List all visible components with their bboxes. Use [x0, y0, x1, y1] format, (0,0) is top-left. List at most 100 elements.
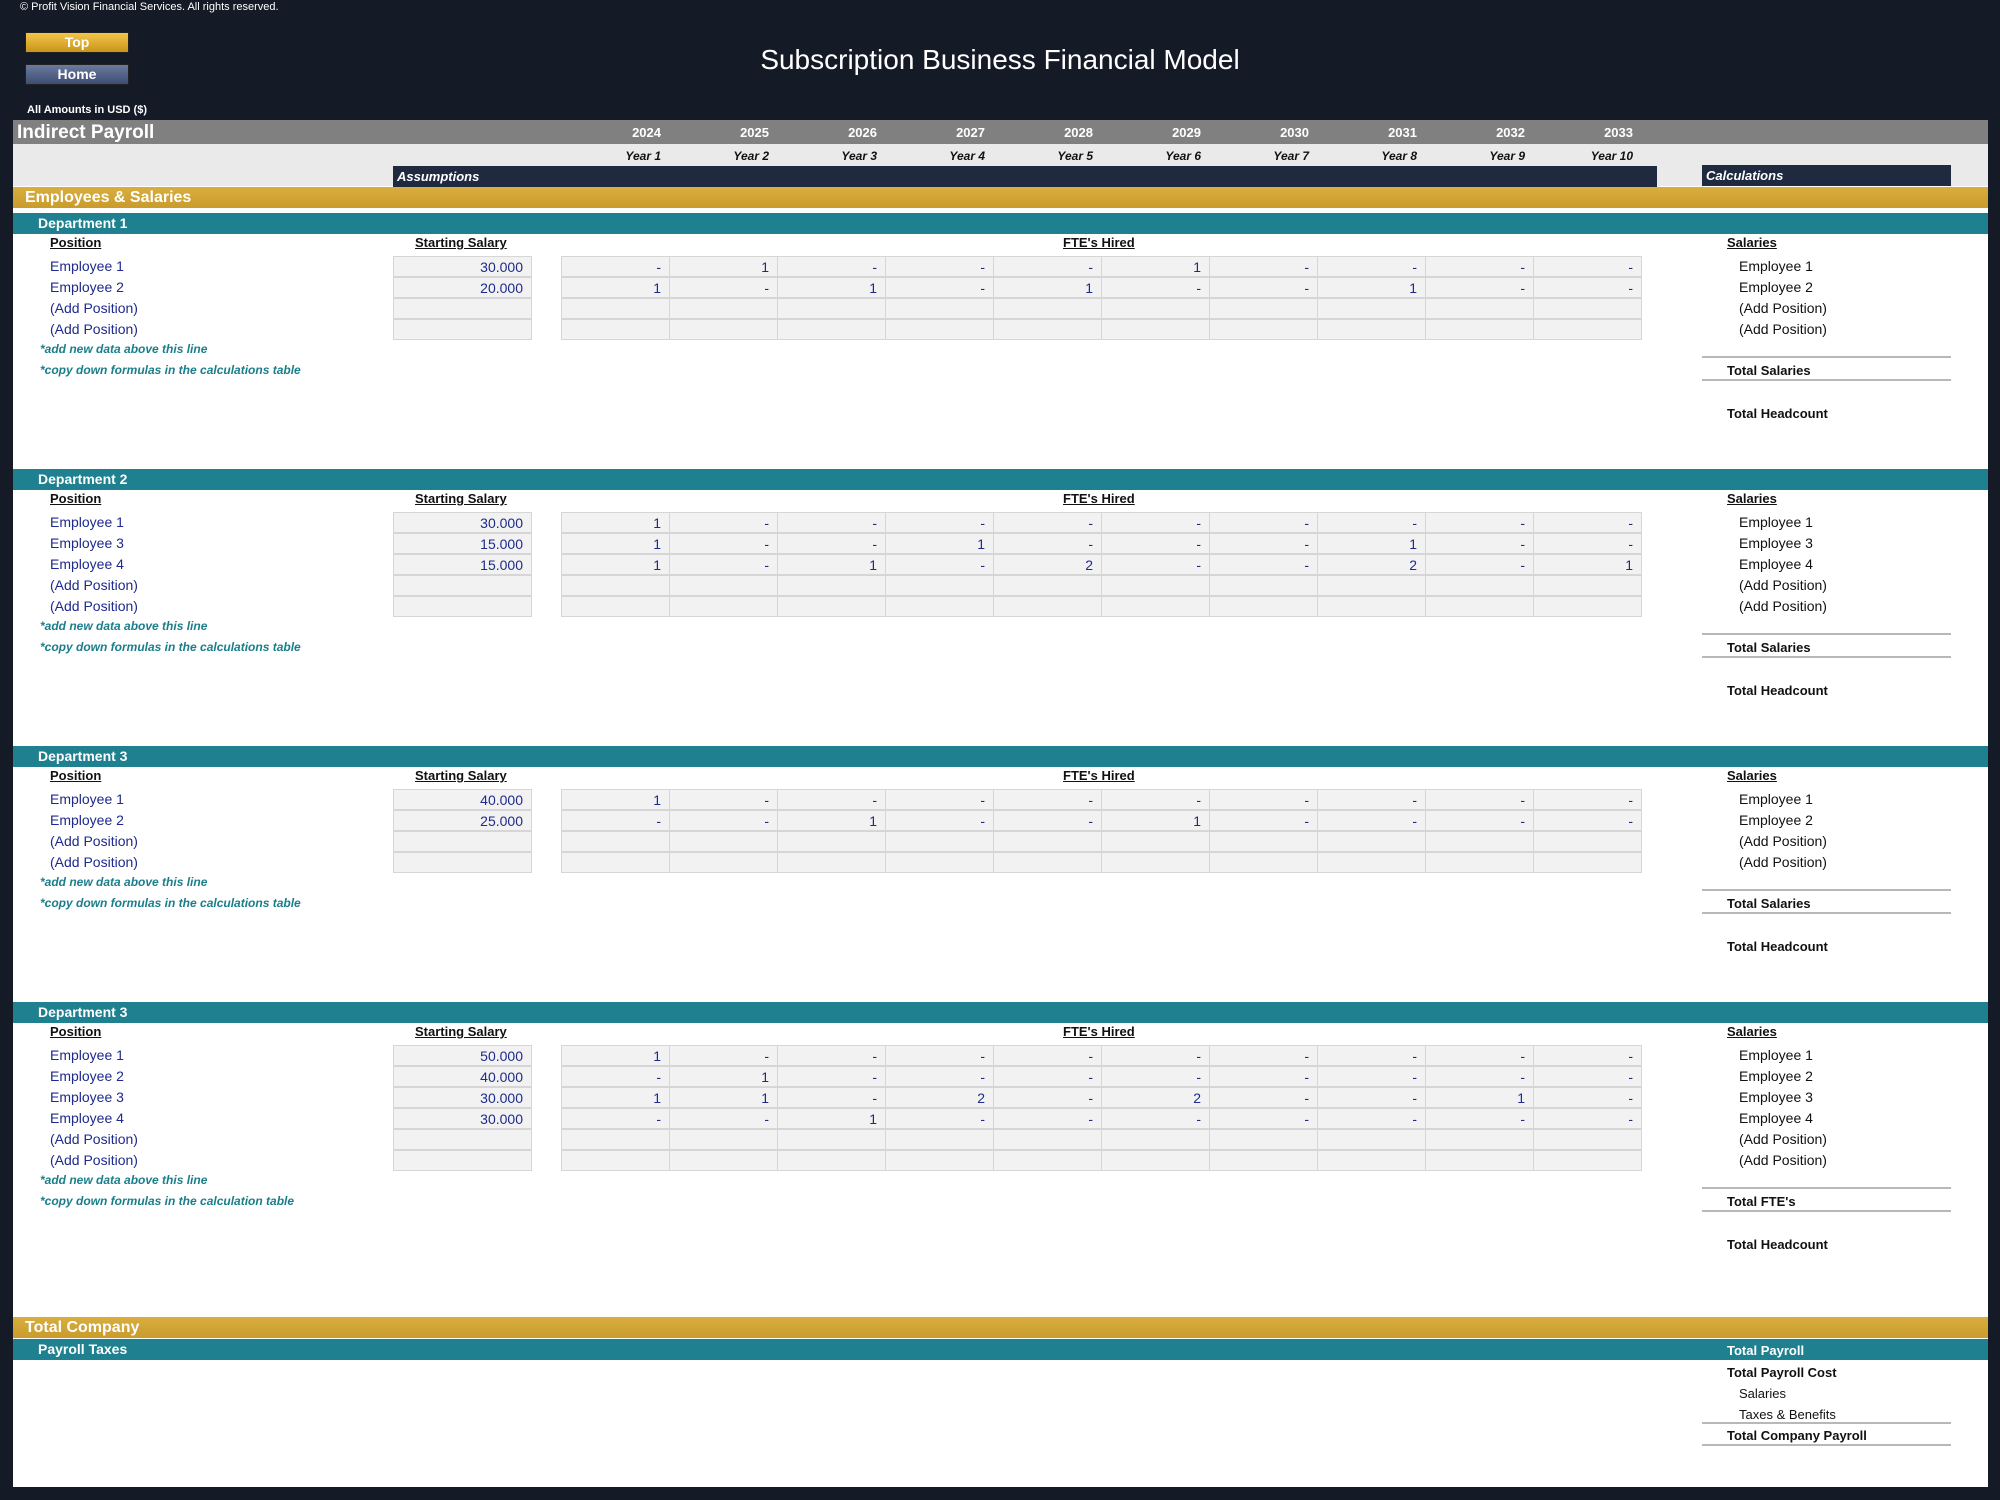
fte-hired-input[interactable]: - — [561, 810, 670, 831]
fte-hired-input[interactable]: - — [1317, 1045, 1426, 1066]
fte-hired-input[interactable]: - — [669, 277, 778, 298]
fte-hired-input[interactable] — [669, 319, 778, 340]
fte-hired-input[interactable] — [993, 831, 1102, 852]
fte-hired-input[interactable] — [885, 831, 994, 852]
fte-hired-input[interactable]: - — [993, 810, 1102, 831]
fte-hired-input[interactable] — [993, 298, 1102, 319]
starting-salary-input[interactable]: 15.000 — [393, 533, 532, 554]
fte-hired-input[interactable]: - — [1209, 512, 1318, 533]
fte-hired-input[interactable]: - — [885, 512, 994, 533]
fte-hired-input[interactable]: - — [1101, 512, 1210, 533]
fte-hired-input[interactable] — [1533, 596, 1642, 617]
fte-hired-input[interactable]: 2 — [1101, 1087, 1210, 1108]
fte-hired-input[interactable]: 1 — [1533, 554, 1642, 575]
fte-hired-input[interactable] — [1209, 319, 1318, 340]
fte-hired-input[interactable]: 1 — [669, 1087, 778, 1108]
fte-hired-input[interactable] — [1209, 596, 1318, 617]
fte-hired-input[interactable] — [1425, 298, 1534, 319]
starting-salary-input[interactable] — [393, 575, 532, 596]
fte-hired-input[interactable] — [1209, 298, 1318, 319]
fte-hired-input[interactable]: - — [993, 1066, 1102, 1087]
starting-salary-input[interactable]: 30.000 — [393, 1108, 532, 1129]
fte-hired-input[interactable]: 1 — [561, 277, 670, 298]
fte-hired-input[interactable] — [1101, 596, 1210, 617]
fte-hired-input[interactable] — [1317, 1150, 1426, 1171]
fte-hired-input[interactable]: 2 — [993, 554, 1102, 575]
fte-hired-input[interactable]: - — [669, 810, 778, 831]
fte-hired-input[interactable] — [885, 852, 994, 873]
fte-hired-input[interactable]: - — [1425, 1045, 1534, 1066]
starting-salary-input[interactable]: 40.000 — [393, 789, 532, 810]
fte-hired-input[interactable]: - — [885, 789, 994, 810]
fte-hired-input[interactable]: - — [993, 533, 1102, 554]
fte-hired-input[interactable]: - — [1533, 533, 1642, 554]
fte-hired-input[interactable]: - — [885, 1045, 994, 1066]
fte-hired-input[interactable] — [669, 298, 778, 319]
fte-hired-input[interactable]: - — [777, 256, 886, 277]
fte-hired-input[interactable] — [1425, 575, 1534, 596]
fte-hired-input[interactable]: - — [993, 1108, 1102, 1129]
fte-hired-input[interactable]: - — [1209, 810, 1318, 831]
fte-hired-input[interactable]: 1 — [1317, 533, 1426, 554]
fte-hired-input[interactable] — [1101, 298, 1210, 319]
fte-hired-input[interactable]: - — [1425, 554, 1534, 575]
fte-hired-input[interactable]: 1 — [561, 789, 670, 810]
fte-hired-input[interactable] — [1317, 596, 1426, 617]
fte-hired-input[interactable]: - — [1101, 789, 1210, 810]
fte-hired-input[interactable]: - — [1101, 533, 1210, 554]
fte-hired-input[interactable] — [777, 831, 886, 852]
fte-hired-input[interactable]: - — [885, 554, 994, 575]
fte-hired-input[interactable]: - — [1425, 810, 1534, 831]
fte-hired-input[interactable] — [669, 575, 778, 596]
fte-hired-input[interactable]: - — [561, 256, 670, 277]
fte-hired-input[interactable]: 1 — [777, 277, 886, 298]
starting-salary-input[interactable] — [393, 319, 532, 340]
fte-hired-input[interactable] — [1533, 319, 1642, 340]
fte-hired-input[interactable] — [561, 1129, 670, 1150]
fte-hired-input[interactable]: - — [1209, 1108, 1318, 1129]
fte-hired-input[interactable]: 1 — [777, 554, 886, 575]
fte-hired-input[interactable]: - — [1533, 1045, 1642, 1066]
fte-hired-input[interactable] — [1101, 852, 1210, 873]
fte-hired-input[interactable]: 1 — [1317, 277, 1426, 298]
fte-hired-input[interactable] — [561, 319, 670, 340]
fte-hired-input[interactable]: - — [1209, 1066, 1318, 1087]
fte-hired-input[interactable]: - — [1533, 256, 1642, 277]
fte-hired-input[interactable] — [561, 575, 670, 596]
fte-hired-input[interactable]: - — [885, 1108, 994, 1129]
fte-hired-input[interactable] — [1533, 831, 1642, 852]
fte-hired-input[interactable] — [777, 298, 886, 319]
fte-hired-input[interactable]: - — [669, 789, 778, 810]
starting-salary-input[interactable]: 25.000 — [393, 810, 532, 831]
fte-hired-input[interactable]: - — [1209, 1045, 1318, 1066]
fte-hired-input[interactable] — [1317, 831, 1426, 852]
fte-hired-input[interactable]: 1 — [777, 810, 886, 831]
fte-hired-input[interactable]: - — [1533, 789, 1642, 810]
starting-salary-input[interactable]: 50.000 — [393, 1045, 532, 1066]
fte-hired-input[interactable] — [1533, 575, 1642, 596]
fte-hired-input[interactable] — [669, 596, 778, 617]
fte-hired-input[interactable] — [561, 1150, 670, 1171]
fte-hired-input[interactable]: - — [1209, 554, 1318, 575]
starting-salary-input[interactable]: 30.000 — [393, 1087, 532, 1108]
fte-hired-input[interactable]: 1 — [777, 1108, 886, 1129]
starting-salary-input[interactable] — [393, 1150, 532, 1171]
fte-hired-input[interactable]: - — [1101, 554, 1210, 575]
fte-hired-input[interactable]: - — [1101, 277, 1210, 298]
fte-hired-input[interactable]: 1 — [561, 1045, 670, 1066]
fte-hired-input[interactable]: - — [1209, 1087, 1318, 1108]
fte-hired-input[interactable] — [669, 1150, 778, 1171]
fte-hired-input[interactable] — [885, 319, 994, 340]
fte-hired-input[interactable]: 2 — [1317, 554, 1426, 575]
fte-hired-input[interactable] — [1209, 575, 1318, 596]
fte-hired-input[interactable] — [1533, 1129, 1642, 1150]
starting-salary-input[interactable] — [393, 1129, 532, 1150]
fte-hired-input[interactable] — [561, 831, 670, 852]
fte-hired-input[interactable]: - — [1209, 789, 1318, 810]
fte-hired-input[interactable]: - — [1101, 1045, 1210, 1066]
fte-hired-input[interactable]: - — [993, 256, 1102, 277]
fte-hired-input[interactable] — [885, 596, 994, 617]
starting-salary-input[interactable]: 20.000 — [393, 277, 532, 298]
fte-hired-input[interactable]: - — [1101, 1066, 1210, 1087]
fte-hired-input[interactable]: - — [885, 810, 994, 831]
